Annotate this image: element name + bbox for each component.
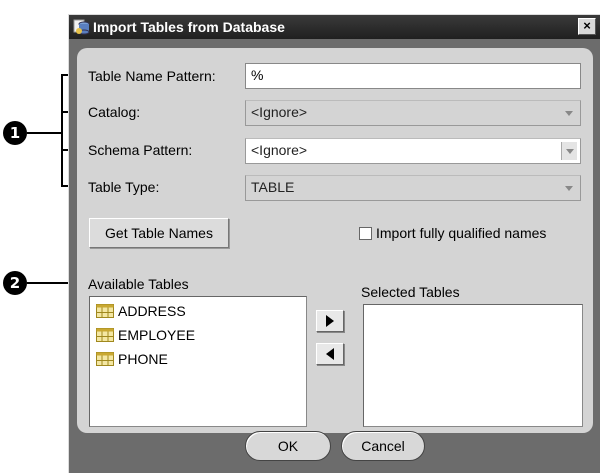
add-table-button[interactable] (316, 310, 344, 332)
table-icon (96, 328, 114, 342)
close-button[interactable]: × (578, 18, 596, 35)
database-app-icon (73, 19, 90, 35)
list-item[interactable]: EMPLOYEE (96, 327, 195, 343)
chevron-down-icon (561, 179, 577, 197)
table-name-pattern-label: Table Name Pattern: (88, 68, 216, 84)
callout-2: 2 (3, 271, 27, 295)
table-name-pattern-input[interactable]: % (245, 63, 581, 89)
import-fully-qualified-label[interactable]: Import fully qualified names (376, 225, 546, 241)
dialog-panel: Table Name Pattern: % Catalog: <Ignore> … (77, 48, 593, 433)
import-fully-qualified-checkbox[interactable] (359, 227, 372, 240)
remove-table-button[interactable] (316, 343, 344, 365)
table-name: PHONE (118, 351, 168, 367)
chevron-down-icon[interactable] (561, 142, 577, 160)
table-icon (96, 304, 114, 318)
get-table-names-label: Get Table Names (105, 225, 213, 241)
selected-tables-heading: Selected Tables (361, 284, 460, 300)
cancel-label: Cancel (361, 438, 405, 454)
close-icon: × (583, 18, 591, 33)
cancel-button[interactable]: Cancel (341, 431, 425, 461)
list-item[interactable]: PHONE (96, 351, 168, 367)
ok-label: OK (277, 438, 299, 454)
callout-1-bracket (61, 74, 63, 187)
list-item[interactable]: ADDRESS (96, 303, 186, 319)
window-title: Import Tables from Database (93, 19, 285, 35)
available-tables-heading: Available Tables (88, 276, 189, 292)
table-name: ADDRESS (118, 303, 186, 319)
callout-1-stem (27, 132, 61, 134)
available-tables-list[interactable]: ADDRESS EMPLOYEE PHONE (89, 296, 307, 427)
table-name: EMPLOYEE (118, 327, 196, 343)
table-type-value: TABLE (251, 179, 295, 195)
table-name-pattern-value: % (251, 67, 264, 83)
catalog-select[interactable]: <Ignore> (245, 100, 581, 126)
catalog-value: <Ignore> (251, 104, 308, 120)
table-icon (96, 352, 114, 366)
callout-1: 1 (3, 121, 27, 145)
import-tables-dialog: Import Tables from Database × Table Name… (68, 14, 600, 473)
schema-pattern-combo[interactable]: <Ignore> (245, 138, 581, 164)
left-arrow-icon (326, 348, 334, 360)
schema-pattern-label: Schema Pattern: (88, 142, 193, 158)
selected-tables-list[interactable] (363, 304, 583, 427)
get-table-names-button[interactable]: Get Table Names (89, 218, 229, 248)
right-arrow-icon (326, 315, 334, 327)
schema-pattern-value: <Ignore> (251, 142, 308, 158)
title-bar: Import Tables from Database × (69, 15, 600, 39)
chevron-down-icon (561, 104, 577, 122)
catalog-label: Catalog: (88, 104, 141, 120)
ok-button[interactable]: OK (245, 431, 331, 461)
table-type-select[interactable]: TABLE (245, 175, 581, 201)
table-type-label: Table Type: (88, 179, 160, 195)
